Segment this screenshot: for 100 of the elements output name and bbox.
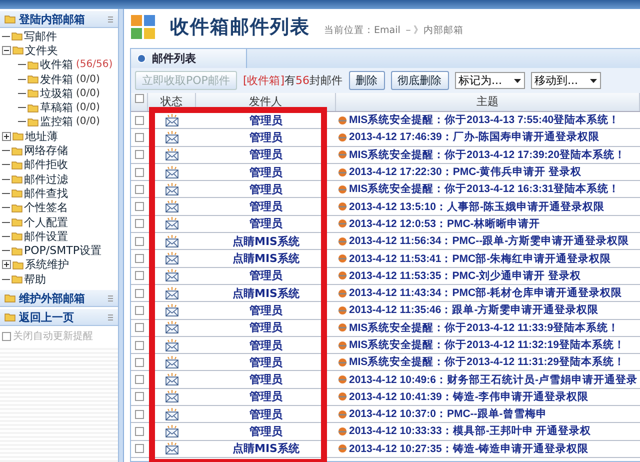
row-checkbox[interactable] [135,168,144,177]
mail-count: (0/0) [76,116,100,128]
row-checkbox[interactable] [135,392,144,402]
tree-item[interactable]: 帮助 [24,272,46,287]
splitter[interactable] [119,9,124,462]
ball-icon [338,375,347,384]
tree-item[interactable]: 邮件过滤 [24,172,68,187]
row-checkbox[interactable] [135,254,144,264]
row-checkbox[interactable] [135,132,144,142]
column-header[interactable]: 状态 [148,93,196,111]
ball-icon [338,184,347,194]
tree-item[interactable]: 邮件设置 [24,228,68,244]
toolbar-button[interactable]: 彻底删除 [390,71,449,90]
subject-link[interactable]: MIS系统安全提醒：你于2013-4-12 11:32:19登陆本系统！ [349,338,625,352]
tree-item[interactable]: 个性签名 [24,200,68,216]
subject-link[interactable]: 2013-4-12 10:27:35：铸造-铸造申请开通登录权限 [349,442,588,456]
tree-item[interactable]: 草稿箱 [40,100,73,116]
row-checkbox[interactable] [135,375,144,384]
tree-item[interactable]: 监控箱 [40,114,73,130]
dropdown[interactable]: 标记为... [454,72,525,89]
subject-link[interactable]: 2013-4-12 13:5:10：人事部-陈玉娥申请开通登录权限 [349,200,604,214]
tree-item[interactable]: POP/SMTP设置 [24,243,102,258]
subject-link[interactable]: 2013-4-12 11:35:46：跟单-方斯雯申请开通登录权限 [349,303,599,318]
sender-cell-text: 管理员 [248,338,284,352]
row-checkbox[interactable] [135,271,144,280]
sender-cell-text: 管理员 [248,389,284,404]
folder-icon [27,58,39,71]
subject-link[interactable]: 2013-4-12 10:49:6：财务部王石统计员-卢雪娟申请开通登录 [349,372,638,387]
row-checkbox[interactable] [135,219,144,228]
sender-cell-text: 点睛MIS系统 [232,286,300,301]
tree-item[interactable]: 垃圾箱 [40,86,73,101]
mail-summary: [收件箱]有56封邮件 [242,73,343,88]
row-checkbox[interactable] [135,150,144,160]
sender-cell-text: 管理员 [248,406,284,422]
collapse-icon[interactable] [107,14,114,24]
tree-item[interactable]: 邮件查找 [24,186,68,201]
folder-icon [11,30,23,42]
envelope-icon [165,166,179,179]
folder-icon [11,216,23,228]
row-checkbox[interactable] [135,288,144,298]
expand-toggle[interactable] [2,132,11,141]
ball-icon [338,132,347,142]
collapse-toggle[interactable] [2,46,11,55]
ball-icon [338,392,347,402]
subject-link[interactable]: 2013-4-12 11:53:41：PMC部-朱梅红申请开通登录权限 [349,252,612,266]
row-checkbox[interactable] [135,444,144,454]
subject-link[interactable]: 2013-4-12 17:22:30：PMC-黄伟兵申请开 登录权 [349,165,582,180]
collapse-icon[interactable] [107,294,114,303]
tree-item[interactable]: 地址薄 [25,128,58,144]
tree-item[interactable]: 发件箱 [40,72,73,87]
sender-cell-text: 点睛MIS系统 [232,251,300,266]
subject-link[interactable]: 2013-4-12 10:33:33：模具部-王邦叶申 开通登录权 [349,424,592,438]
select-all-checkbox[interactable] [134,94,144,103]
row-checkbox[interactable] [135,358,144,367]
row-checkbox[interactable] [135,116,144,125]
tree-item[interactable]: 收件箱 [40,57,73,72]
subject-link[interactable]: 2013-4-12 12:0:53：PMC-林晰晰申请开 [349,216,540,231]
section-header[interactable]: 返回上一页 [0,309,118,326]
row-checkbox[interactable] [135,323,144,332]
dropdown[interactable]: 移动到... [530,72,601,89]
subject-link[interactable]: 2013-4-12 11:43:34：PMC部-耗材仓库申请开通登录权限 [349,286,622,300]
envelope-icon [165,286,179,300]
column-header[interactable]: 发件人 [196,93,336,111]
row-checkbox[interactable] [135,236,144,246]
subject-link[interactable]: MIS系统安全提醒：你于2013-4-12 11:33:9登陆本系统！ [349,320,620,335]
tree-item[interactable]: 个人配置 [24,214,68,230]
subject-link[interactable]: 2013-4-12 10:41:39：铸造-李伟申请开通登录权限 [349,390,588,404]
mail-count: (56/56) [76,59,113,70]
row-checkbox[interactable] [135,410,144,419]
subject-link[interactable]: MIS系统安全提醒：你于2013-4-12 17:39:20登陆本系统！ [349,148,626,162]
subject-link[interactable]: MIS系统安全提醒：你于2013-4-12 16:3:31登陆本系统！ [349,182,620,196]
row-checkbox[interactable] [135,306,144,315]
subject-link[interactable]: 2013-4-12 10:37:0：PMC--跟单-曾雪梅申 [349,407,547,422]
mail-count: (0/0) [76,74,100,85]
section-header[interactable]: 登陆内部邮箱 [0,11,118,28]
tree-item[interactable]: 网络存储 [24,143,68,158]
envelope-icon [165,200,179,214]
ball-icon [338,168,347,177]
section-header[interactable]: 维护外部邮箱 [0,290,118,308]
column-header[interactable]: 主题 [336,93,640,111]
mail-count: (0/0) [76,102,100,114]
row-checkbox[interactable] [135,202,144,212]
row-checkbox[interactable] [135,184,144,194]
subject-link[interactable]: MIS系统安全提醒：你于2013-4-13 7:55:40登陆本系统！ [349,113,620,128]
tree-item[interactable]: 写邮件 [24,28,57,44]
envelope-icon [165,356,179,369]
subject-link[interactable]: 2013-4-12 11:56:34：PMC--跟单-方斯雯申请开通登录权限 [349,234,630,248]
tree-item[interactable]: 文件夹 [25,42,58,58]
subject-link[interactable]: MIS系统安全提醒：你于2013-4-12 11:31:29登陆本系统！ [349,355,625,370]
tree-item[interactable]: 系统维护 [25,257,69,272]
row-checkbox[interactable] [135,340,144,350]
caret-icon [590,78,597,82]
row-checkbox[interactable] [135,426,144,436]
collapse-icon[interactable] [107,312,114,322]
panel-tab[interactable]: 邮件列表 [131,49,247,68]
expand-toggle[interactable] [2,260,11,270]
subject-link[interactable]: 2013-4-12 11:53:35：PMC-刘少通申请开 登录权 [349,268,581,283]
toolbar-button[interactable]: 删除 [348,71,385,90]
subject-link[interactable]: 2013-4-12 17:46:39：厂办-陈国寿申请开通登录权限 [349,130,600,144]
tree-item[interactable]: 邮件拒收 [24,157,68,172]
